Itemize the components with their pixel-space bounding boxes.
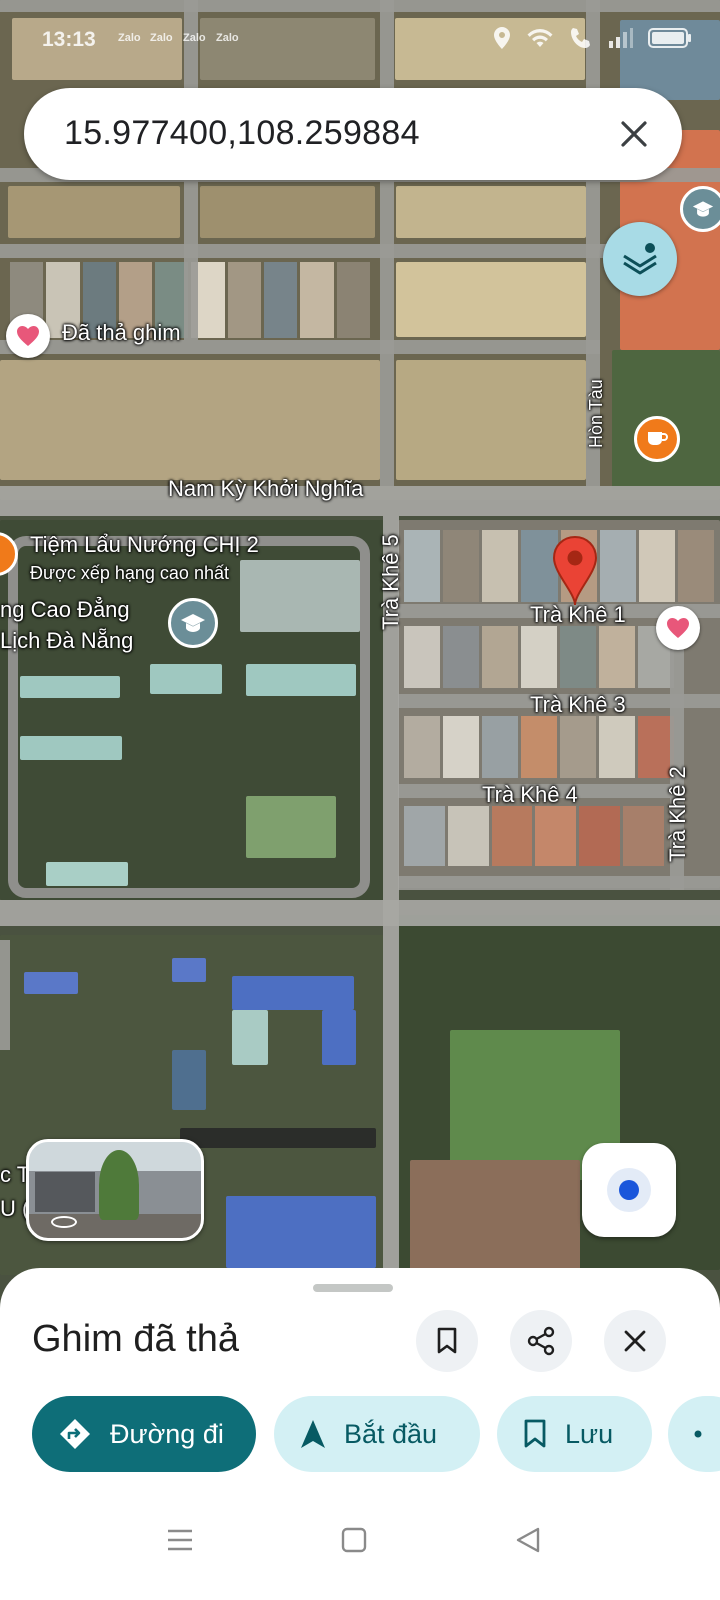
place-label-tiem-lau[interactable]: Tiệm Lẩu Nướng CHỊ 2: [30, 532, 259, 558]
dropped-pin-label[interactable]: Đã thả ghim: [62, 320, 181, 346]
street-label-tra-khe-2: Trà Khê 2: [665, 766, 690, 862]
my-location-icon: [607, 1168, 651, 1212]
school-icon[interactable]: [168, 598, 218, 648]
building-row: [404, 626, 674, 688]
close-icon: [624, 1330, 646, 1352]
layers-button[interactable]: [603, 222, 677, 296]
road: [0, 900, 720, 926]
back-icon: [516, 1527, 540, 1553]
street-view-image: [99, 1150, 139, 1220]
street-label-tra-khe-5: Trà Khê 5: [378, 534, 403, 630]
map-block: [396, 262, 586, 337]
road: [0, 0, 720, 12]
notification-zalo: Zalo: [150, 32, 173, 44]
street-view-image: [35, 1172, 95, 1212]
share-icon: [527, 1326, 555, 1356]
street-label-hon-tau: Hòn Tàu: [586, 379, 606, 448]
menu-icon: [168, 1529, 192, 1551]
share-icon: [694, 1430, 702, 1438]
map-block: [410, 1160, 580, 1270]
call-icon: [571, 28, 590, 48]
place-rating-label: Được xếp hạng cao nhất: [30, 563, 229, 583]
directions-icon: [60, 1419, 90, 1449]
map-block: [0, 360, 380, 480]
map-block: [200, 186, 375, 238]
signal-icon: [609, 28, 633, 48]
map-block: [8, 186, 180, 238]
back-button[interactable]: [508, 1520, 548, 1560]
home-icon: [341, 1527, 367, 1553]
save-label: Lưu: [565, 1418, 614, 1449]
wifi-icon: [527, 29, 553, 47]
street-label-tra-khe-3: Trà Khê 3: [530, 692, 626, 717]
search-query[interactable]: 15.977400,108.259884: [64, 114, 420, 153]
place-label-college-2[interactable]: Lịch Đà Nẵng: [0, 628, 133, 654]
search-bar[interactable]: 15.977400,108.259884: [24, 88, 682, 180]
place-label-college[interactable]: ng Cao Đẳng: [0, 597, 130, 623]
bookmark-icon: [437, 1327, 457, 1354]
map-block: [396, 186, 586, 238]
map-block: [232, 1010, 268, 1065]
system-navigation-bar: [0, 1490, 720, 1600]
cafe-icon[interactable]: [634, 416, 680, 462]
clock: 13:13: [42, 28, 96, 51]
location-icon: [494, 27, 510, 49]
more-actions-button[interactable]: [668, 1396, 720, 1472]
map-block: [396, 360, 586, 480]
map-block: [180, 1128, 376, 1148]
favorite-heart-icon[interactable]: [656, 606, 700, 650]
road-tra-khe-5: [383, 516, 399, 1276]
status-bar: 13:13 Zalo Zalo Zalo Zalo: [0, 20, 720, 60]
map-block: [24, 972, 78, 994]
battery-icon: [648, 28, 691, 48]
close-sheet-button[interactable]: [604, 1310, 666, 1372]
building-row: [404, 716, 674, 778]
favorite-heart-icon[interactable]: [6, 314, 50, 358]
notification-zalo: Zalo: [183, 32, 206, 44]
close-icon: [621, 121, 647, 147]
map-block: [172, 958, 206, 982]
save-button[interactable]: Lưu: [497, 1396, 652, 1472]
rotate-360-icon: [51, 1216, 77, 1228]
place-title: Ghim đã thả: [32, 1318, 239, 1360]
road: [380, 0, 394, 486]
road: [0, 940, 10, 1050]
start-navigation-button[interactable]: Bắt đầu: [274, 1396, 480, 1472]
map-block: [322, 1010, 356, 1065]
system-icons: [492, 26, 692, 50]
school-icon[interactable]: [680, 186, 720, 232]
navigation-arrow-icon: [301, 1420, 325, 1448]
home-button[interactable]: [334, 1520, 374, 1560]
layers-icon: [623, 243, 657, 275]
street-label-tra-khe-4: Trà Khê 4: [482, 782, 578, 807]
street-label-nam-ky-khoi-nghia: Nam Kỳ Khởi Nghĩa: [168, 476, 364, 501]
share-button[interactable]: [510, 1310, 572, 1372]
drag-handle[interactable]: [313, 1284, 393, 1292]
directions-button[interactable]: Đường đi: [32, 1396, 256, 1472]
start-label: Bắt đầu: [344, 1418, 438, 1449]
notification-zalo: Zalo: [118, 32, 141, 44]
campus-road: [8, 536, 370, 898]
clear-search-button[interactable]: [612, 112, 656, 156]
bookmark-icon: [524, 1419, 546, 1448]
dropped-pin-icon[interactable]: [551, 535, 599, 607]
map-block: [232, 976, 354, 1010]
street-view-thumbnail[interactable]: [26, 1139, 204, 1241]
road: [0, 244, 620, 258]
recent-apps-button[interactable]: [160, 1520, 200, 1560]
save-icon-button[interactable]: [416, 1310, 478, 1372]
map-block: [172, 1050, 206, 1110]
my-location-button[interactable]: [582, 1143, 676, 1237]
directions-label: Đường đi: [110, 1418, 224, 1449]
notification-zalo: Zalo: [216, 32, 239, 44]
map-block: [226, 1196, 376, 1268]
building-row: [404, 806, 664, 866]
